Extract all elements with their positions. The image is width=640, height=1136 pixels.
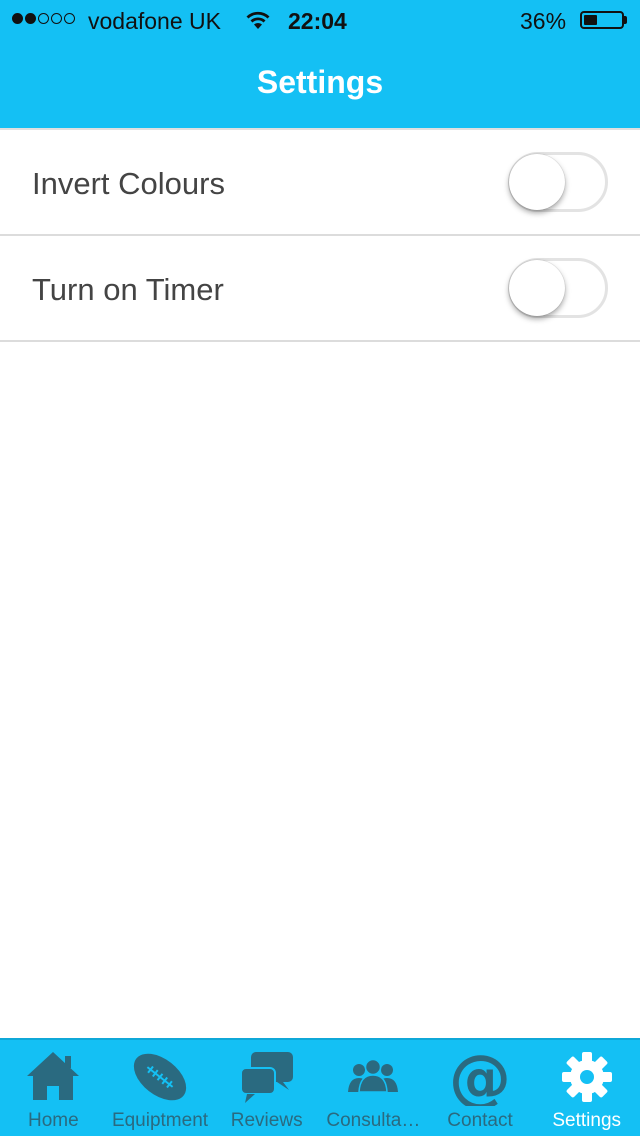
- header: vodafone UK 22:04 36% Settings: [0, 0, 640, 128]
- home-icon: [23, 1048, 83, 1106]
- football-icon: [130, 1048, 190, 1106]
- carrier-name: vodafone UK: [88, 8, 221, 34]
- tab-label: Reviews: [230, 1110, 303, 1131]
- timer-toggle[interactable]: [508, 258, 608, 318]
- toggle-knob: [509, 154, 565, 210]
- signal-dot: [25, 13, 36, 24]
- svg-text:@: @: [450, 1048, 510, 1106]
- at-sign-icon: @: [449, 1041, 511, 1114]
- setting-row-invert-colours: Invert Colours: [0, 130, 640, 236]
- status-bar: vodafone UK 22:04 36%: [0, 0, 640, 40]
- tab-label: Consulta…: [326, 1110, 421, 1131]
- settings-list: Invert Colours Turn on Timer: [0, 128, 640, 342]
- tab-reviews[interactable]: Reviews: [213, 1040, 320, 1136]
- tab-home[interactable]: Home: [0, 1040, 107, 1136]
- signal-dot: [51, 13, 62, 24]
- setting-label: Invert Colours: [32, 166, 225, 201]
- signal-dot: [64, 13, 75, 24]
- tab-equiptment[interactable]: Equiptment: [107, 1040, 214, 1136]
- setting-label: Turn on Timer: [32, 272, 224, 307]
- signal-dot: [38, 13, 49, 24]
- gear-icon: [557, 1048, 617, 1106]
- page-title: Settings: [256, 64, 384, 100]
- chat-bubbles-icon: [237, 1048, 297, 1106]
- tab-consultations[interactable]: Consulta…: [320, 1040, 427, 1136]
- signal-strength-icon: [12, 13, 75, 24]
- tab-label: Contact: [447, 1110, 513, 1131]
- wifi-icon: [244, 8, 272, 38]
- tab-bar: Home Equiptment Reviews Consulta… @ Cont…: [0, 1038, 640, 1136]
- battery-fill: [584, 15, 597, 25]
- people-icon: [343, 1048, 403, 1106]
- tab-label: Equiptment: [111, 1110, 209, 1131]
- battery-cap: [624, 16, 627, 24]
- settings-screen: vodafone UK 22:04 36% Settings Invert Co…: [0, 0, 640, 1136]
- toggle-knob: [509, 260, 565, 316]
- status-time: 22:04: [288, 8, 347, 34]
- battery-percent: 36%: [520, 8, 567, 34]
- signal-dot: [12, 13, 23, 24]
- tab-settings[interactable]: Settings: [533, 1040, 640, 1136]
- battery-icon: [580, 11, 624, 29]
- tab-contact[interactable]: @ Contact: [427, 1040, 534, 1136]
- tab-label: Settings: [552, 1110, 622, 1131]
- invert-colours-toggle[interactable]: [508, 152, 608, 212]
- setting-row-timer: Turn on Timer: [0, 236, 640, 342]
- tab-label: Home: [27, 1110, 79, 1131]
